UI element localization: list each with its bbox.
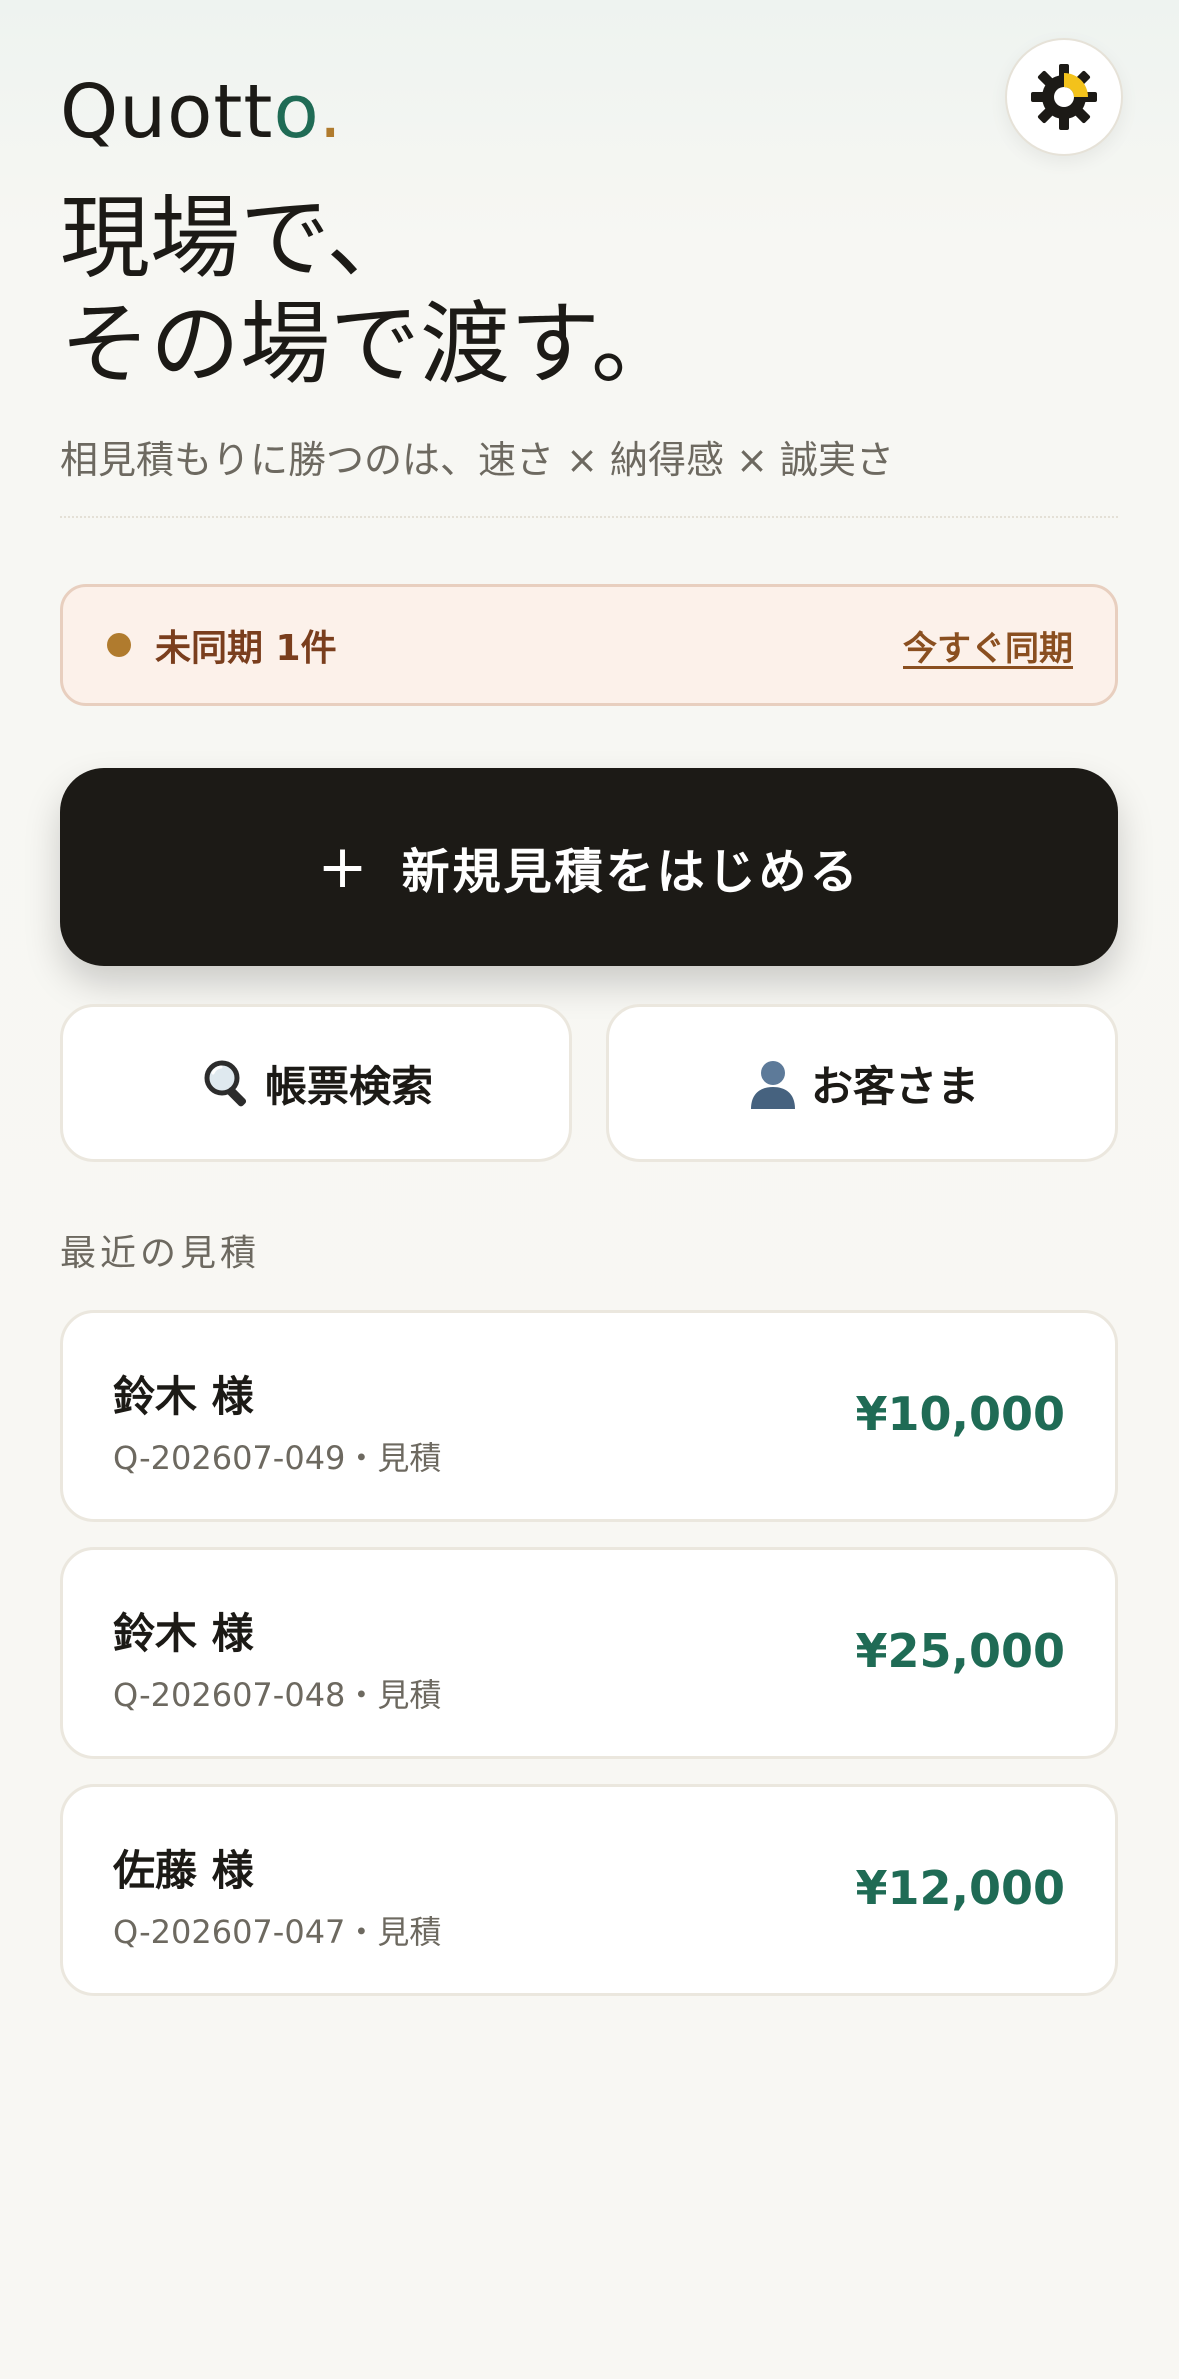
customer-name: 鈴木 様 [113, 1609, 254, 1658]
sync-now-link[interactable]: 今すぐ同期 [903, 621, 1073, 670]
theme-toggle-button[interactable] [1005, 38, 1123, 156]
sync-status-dot-icon [107, 633, 131, 657]
quote-amount: ¥12,000 [855, 1861, 1065, 1915]
recent-quote-card[interactable]: 鈴木 様 Q-202607-048・見積 ¥25,000 [60, 1547, 1118, 1759]
logo-text: Quott [60, 69, 274, 155]
customer-name: 佐藤 様 [113, 1846, 254, 1895]
customers-label: お客さま [810, 1061, 979, 1111]
hero-heading: 現場で、 その場で渡す。 [60, 186, 1120, 398]
hero-line-2: その場で渡す。 [60, 292, 681, 397]
logo-accent-o: o [273, 69, 319, 155]
hero-line-1: 現場で、 [60, 186, 417, 291]
tagline: 相見積もりに勝つのは、速さ × 納得感 × 誠実さ [60, 438, 894, 482]
recent-quote-card[interactable]: 鈴木 様 Q-202607-049・見積 ¥10,000 [60, 1310, 1118, 1522]
recent-quotes-heading: 最近の見積 [60, 1233, 261, 1274]
new-quote-label: 新規見積をはじめる [401, 844, 861, 900]
quote-meta: Q-202607-049・見積 [113, 1439, 442, 1477]
customers-button[interactable]: お客さま [606, 1004, 1118, 1162]
quote-meta: Q-202607-048・見積 [113, 1676, 442, 1714]
logo-accent-dot: . [318, 69, 343, 155]
sun-gear-icon [1031, 64, 1097, 130]
new-quote-button[interactable]: + 新規見積をはじめる [60, 768, 1118, 966]
quote-amount: ¥10,000 [855, 1387, 1065, 1441]
divider [60, 516, 1118, 518]
document-search-button[interactable]: 帳票検索 [60, 1004, 572, 1162]
quote-amount: ¥25,000 [855, 1624, 1065, 1678]
sync-banner: 未同期 1件 今すぐ同期 [60, 584, 1118, 706]
plus-icon: + [317, 832, 368, 902]
customer-name: 鈴木 様 [113, 1372, 254, 1421]
quote-meta: Q-202607-047・見積 [113, 1913, 442, 1951]
magnifier-icon [199, 1055, 255, 1111]
app-logo: Quotto. [60, 72, 343, 152]
person-icon [745, 1055, 801, 1111]
sync-status-text: 未同期 1件 [155, 628, 337, 669]
recent-quote-card[interactable]: 佐藤 様 Q-202607-047・見積 ¥12,000 [60, 1784, 1118, 1996]
document-search-label: 帳票検索 [264, 1061, 433, 1111]
